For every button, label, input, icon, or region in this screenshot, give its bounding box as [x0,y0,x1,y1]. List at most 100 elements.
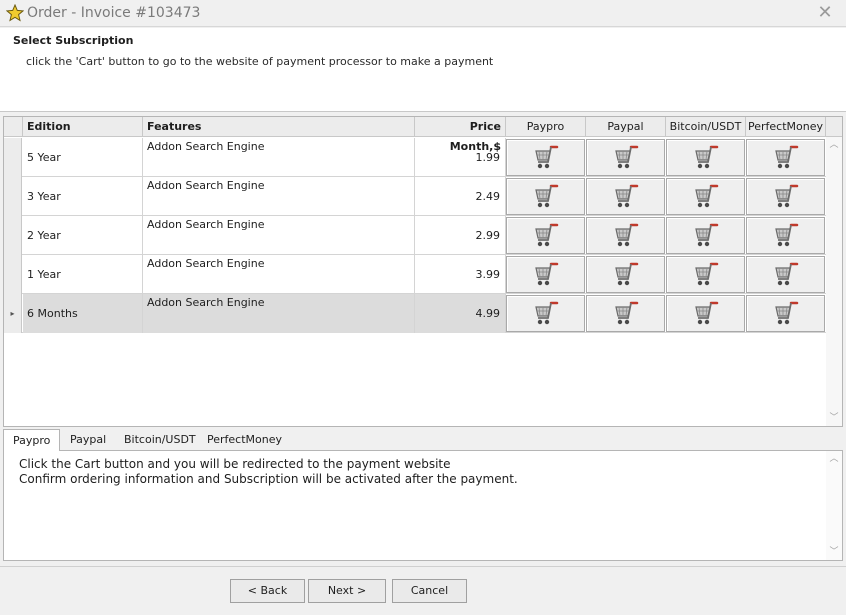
shopping-cart-icon [534,223,558,246]
page-title: Select Subscription [13,34,134,47]
tab-perfectmoney[interactable]: PerfectMoney [198,429,291,451]
cart-button-bitcoin[interactable] [666,295,745,332]
table-row[interactable]: 1 Year Addon Search Engine 3.99 [4,255,826,294]
tab-paypro[interactable]: Paypro [3,429,61,452]
cart-button-paypal[interactable] [586,256,665,293]
shopping-cart-icon [614,223,638,246]
column-header-edition[interactable]: Edition [23,117,143,137]
cart-button-perfectmoney[interactable] [746,139,825,176]
cart-button-paypro[interactable] [506,139,585,176]
column-header-paypal[interactable]: Paypal [586,117,666,137]
next-button[interactable]: Next > [308,579,386,603]
shopping-cart-icon [774,301,798,324]
price-cell: 2.49 [415,177,506,216]
features-cell: Addon Search Engine [143,294,415,333]
edition-cell: 5 Year [23,138,143,177]
row-indicator[interactable] [4,216,22,255]
tab-content-scrollbar[interactable]: ︿ ﹀ [826,451,842,560]
column-header-bitcoin[interactable]: Bitcoin/USDT [666,117,746,137]
price-cell: 3.99 [415,255,506,294]
tab-bitcoin[interactable]: Bitcoin/USDT [115,429,205,451]
edition-cell: 6 Months [23,294,143,333]
page-description: click the 'Cart' button to go to the web… [26,55,494,68]
cart-button-bitcoin[interactable] [666,139,745,176]
cart-button-paypal[interactable] [586,295,665,332]
column-header-price[interactable]: Price Month,$ [415,117,506,153]
cart-button-bitcoin[interactable] [666,217,745,254]
cart-button-paypro[interactable] [506,295,585,332]
shopping-cart-icon [774,223,798,246]
table-row[interactable]: 3 Year Addon Search Engine 2.49 [4,177,826,216]
grid-header: Edition Features Price Month,$ Paypro Pa… [4,117,842,153]
edition-cell: 3 Year [23,177,143,216]
row-indicator[interactable] [4,255,22,294]
features-cell: Addon Search Engine [143,255,415,294]
scroll-up-icon[interactable]: ︿ [829,140,839,150]
title-bar: Order - Invoice #103473 ✕ [0,0,846,27]
tab-content-line-2: Confirm ordering information and Subscri… [19,472,518,486]
table-row[interactable]: 2 Year Addon Search Engine 2.99 [4,216,826,255]
row-indicator[interactable] [4,177,22,216]
shopping-cart-icon [694,184,718,207]
scroll-down-icon[interactable]: ﹀ [829,547,839,557]
table-row[interactable]: 5 Year Addon Search Engine 1.99 [4,138,826,177]
cart-button-paypro[interactable] [506,178,585,215]
shopping-cart-icon [534,145,558,168]
cart-button-bitcoin[interactable] [666,256,745,293]
cart-button-paypal[interactable] [586,139,665,176]
header-indicator-cell [4,117,23,137]
features-cell: Addon Search Engine [143,216,415,255]
close-icon: ✕ [817,2,833,23]
cart-button-perfectmoney[interactable] [746,295,825,332]
row-indicator[interactable] [4,138,22,177]
back-button[interactable]: < Back [230,579,305,603]
shopping-cart-icon [694,223,718,246]
edition-cell: 2 Year [23,216,143,255]
footer: < Back Next > Cancel [0,566,846,615]
cancel-button[interactable]: Cancel [392,579,467,603]
shopping-cart-icon [614,184,638,207]
cart-button-paypro[interactable] [506,217,585,254]
subscription-grid: Edition Features Price Month,$ Paypro Pa… [3,116,843,427]
shopping-cart-icon [534,262,558,285]
column-header-perfectmoney[interactable]: PerfectMoney [746,117,826,137]
close-button[interactable]: ✕ [814,3,836,23]
cart-button-paypal[interactable] [586,178,665,215]
tab-content-line-1: Click the Cart button and you will be re… [19,457,451,471]
price-cell: 1.99 [415,138,506,177]
shopping-cart-icon [534,184,558,207]
scroll-up-icon[interactable]: ︿ [829,454,839,464]
column-header-paypro[interactable]: Paypro [506,117,586,137]
shopping-cart-icon [614,301,638,324]
shopping-cart-icon [774,145,798,168]
cart-button-perfectmoney[interactable] [746,256,825,293]
cart-button-bitcoin[interactable] [666,178,745,215]
features-cell: Addon Search Engine [143,138,415,177]
shopping-cart-icon [774,262,798,285]
shopping-cart-icon [694,262,718,285]
tab-content-panel: Click the Cart button and you will be re… [3,451,843,561]
tab-paypal[interactable]: Paypal [61,429,115,451]
row-selected-indicator[interactable]: ▸ [4,294,22,333]
shopping-cart-icon [694,301,718,324]
shopping-cart-icon [614,262,638,285]
table-row[interactable]: ▸ 6 Months Addon Search Engine 4.99 [4,294,826,333]
shopping-cart-icon [774,184,798,207]
scroll-down-icon[interactable]: ﹀ [829,413,839,423]
header-panel: Select Subscription click the 'Cart' but… [0,28,846,112]
shopping-cart-icon [694,145,718,168]
star-icon [6,4,24,22]
grid-scrollbar[interactable]: ︿ ﹀ [826,137,842,426]
shopping-cart-icon [614,145,638,168]
price-cell: 4.99 [415,294,506,333]
payment-tabs: Paypro Paypal Bitcoin/USDT PerfectMoney [3,429,843,452]
cart-button-perfectmoney[interactable] [746,217,825,254]
shopping-cart-icon [534,301,558,324]
cart-button-paypal[interactable] [586,217,665,254]
price-cell: 2.99 [415,216,506,255]
cart-button-perfectmoney[interactable] [746,178,825,215]
features-cell: Addon Search Engine [143,177,415,216]
cart-button-paypro[interactable] [506,256,585,293]
column-header-features[interactable]: Features [143,117,415,137]
window-title: Order - Invoice #103473 [27,5,201,21]
